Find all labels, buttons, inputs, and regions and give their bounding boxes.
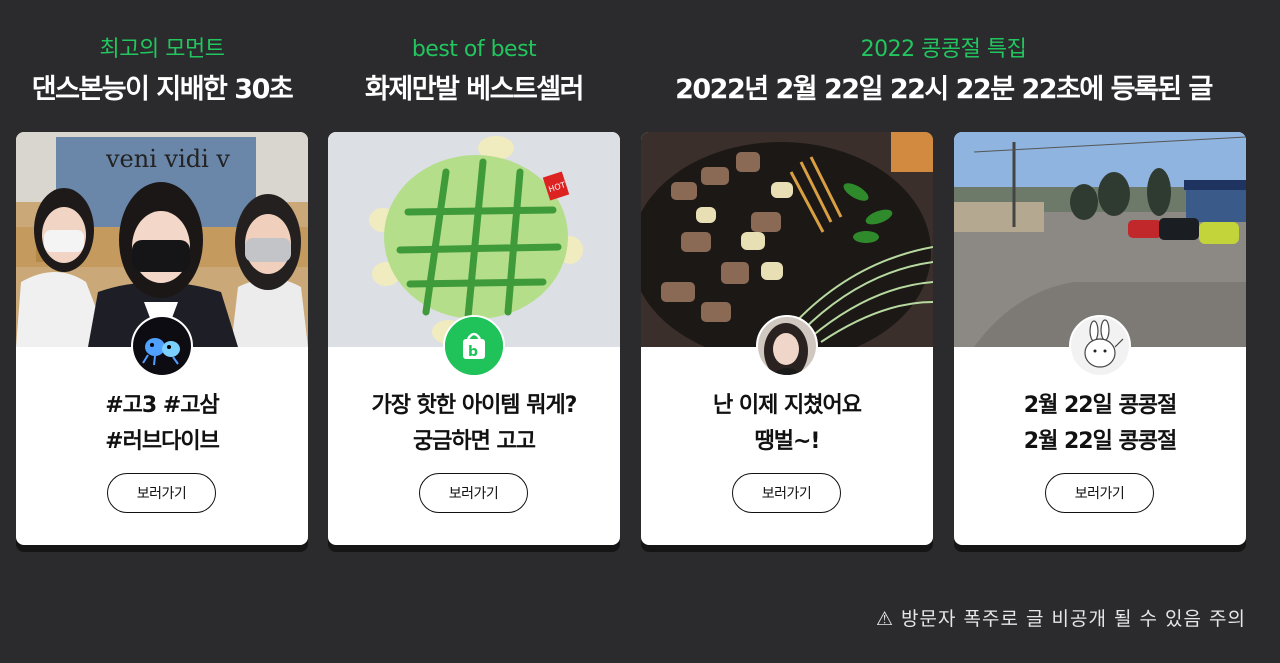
section-header-bestseller: best of best 화제만발 베스트셀러 (328, 36, 620, 108)
view-post-button[interactable]: 보러가기 (107, 473, 216, 513)
card-description: 난 이제 지쳤어요 땡벌~! (641, 388, 933, 460)
section-eyebrow: 2022 콩콩절 특집 (860, 37, 1027, 62)
section-header-kongkong: 2022 콩콩절 특집 2022년 2월 22일 22시 22분 22초에 등록… (641, 36, 1246, 108)
view-post-button[interactable]: 보러가기 (732, 473, 841, 513)
post-card-dance[interactable]: veni vidi v #고3 #고삼 #러브다이브 보러가기 (16, 132, 308, 545)
author-avatar[interactable] (1069, 315, 1131, 377)
card-text-line: #고3 #고삼 (105, 393, 220, 418)
card-description: 2월 22일 콩콩절 2월 22일 콩콩절 (954, 388, 1246, 460)
post-card-kongkong[interactable]: 2월 22일 콩콩절 2월 22일 콩콩절 보러가기 (954, 132, 1246, 545)
card-text-line: 궁금하면 고고 (412, 429, 536, 454)
card-text-line: 2월 22일 콩콩절 (1023, 393, 1177, 418)
section-title: 2022년 2월 22일 22시 22분 22초에 등록된 글 (675, 74, 1213, 105)
post-card-tired[interactable]: 난 이제 지쳤어요 땡벌~! 보러가기 (641, 132, 933, 545)
post-card-hot-item[interactable]: HOT b 가장 핫한 아이템 뭐게? 궁금하면 고고 보러가기 (328, 132, 620, 545)
card-text-line: 가장 핫한 아이템 뭐게? (371, 393, 578, 418)
view-post-button[interactable]: 보러가기 (419, 473, 528, 513)
shopping-bag-icon: b (468, 344, 478, 360)
traffic-warning-notice: ⚠ 방문자 폭주로 글 비공개 될 수 있음 주의 (875, 608, 1246, 630)
card-text-line: 2월 22일 콩콩절 (1023, 429, 1177, 454)
section-eyebrow: 최고의 모먼트 (99, 37, 225, 62)
wall-lettering: veni vidi v (105, 145, 230, 173)
view-post-button[interactable]: 보러가기 (1045, 473, 1154, 513)
card-text-line: 난 이제 지쳤어요 (713, 393, 862, 418)
card-text-line: #러브다이브 (105, 429, 220, 454)
card-description: #고3 #고삼 #러브다이브 (16, 388, 308, 460)
section-eyebrow: best of best (411, 37, 537, 62)
section-title: 화제만발 베스트셀러 (365, 74, 584, 105)
section-title: 댄스본능이 지배한 30초 (31, 74, 294, 105)
card-text-line: 땡벌~! (754, 429, 821, 454)
shop-avatar[interactable]: b (443, 315, 505, 377)
card-description: 가장 핫한 아이템 뭐게? 궁금하면 고고 (328, 388, 620, 460)
author-avatar[interactable] (131, 315, 193, 377)
section-header-moment: 최고의 모먼트 댄스본능이 지배한 30초 (16, 36, 308, 108)
author-avatar[interactable] (756, 315, 818, 377)
